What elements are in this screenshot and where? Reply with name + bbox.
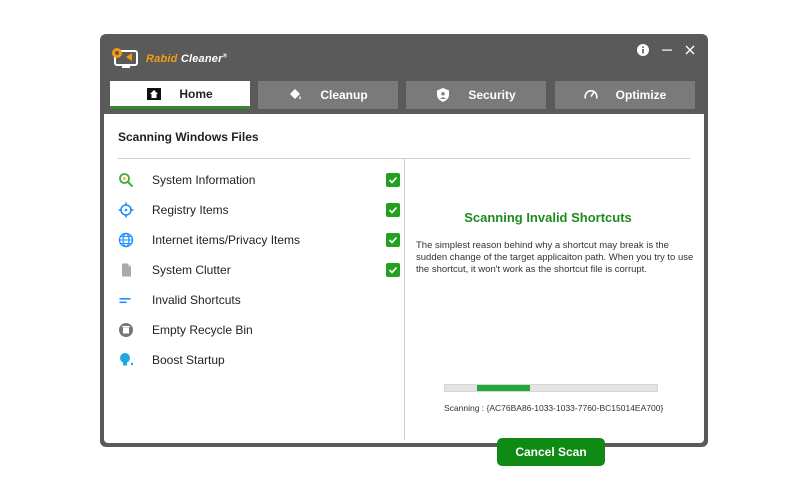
crosshair-icon [118, 202, 134, 218]
minimize-button[interactable] [657, 40, 677, 60]
tab-security[interactable]: Security [406, 81, 546, 109]
lines-icon [118, 292, 134, 308]
scan-progress-bar [444, 384, 658, 392]
app-window: Rabid Cleaner® Home Cleanup Security Opt… [100, 34, 708, 466]
scan-item-registry-items: Registry Items [118, 199, 402, 221]
scan-item-label: Internet items/Privacy Items [152, 233, 301, 247]
scan-progress-fill [476, 385, 530, 391]
info-icon [637, 44, 649, 56]
app-title-rabid: Rabid [146, 53, 178, 65]
scan-item-system-information: System Information [118, 169, 402, 191]
lightbulb-icon [118, 352, 134, 368]
tab-label: Security [468, 88, 516, 102]
globe-icon [118, 232, 134, 248]
scan-item-invalid-shortcuts: Invalid Shortcuts [118, 289, 402, 311]
trademark-symbol: ® [222, 53, 228, 60]
scan-item-label: System Information [152, 173, 256, 187]
shield-icon [436, 88, 450, 102]
checkmark-icon [386, 203, 400, 217]
trash-icon [118, 322, 134, 338]
main-content: Scanning Windows Files System Informatio… [104, 114, 704, 466]
scan-item-label: Boost Startup [152, 353, 225, 367]
close-icon [685, 45, 695, 55]
app-title-cleaner: Cleaner [180, 53, 223, 65]
tab-home[interactable]: Home [110, 81, 250, 109]
tab-label: Home [179, 86, 213, 101]
tab-optimize[interactable]: Optimize [555, 81, 695, 109]
app-title: Rabid Cleaner® [146, 53, 227, 65]
paint-bucket-icon [288, 88, 302, 102]
checkmark-icon [386, 263, 400, 277]
file-icon [118, 262, 134, 278]
main-tabs: Home Cleanup Security Optimize [110, 81, 700, 111]
app-logo: Rabid Cleaner® [110, 43, 230, 71]
scanning-status: Scanning : {AC76BA86-1033-1033-7760-BC15… [444, 403, 664, 413]
detail-title: Scanning Invalid Shortcuts [464, 210, 632, 225]
scan-item-system-clutter: System Clutter [118, 259, 402, 281]
tab-cleanup[interactable]: Cleanup [258, 81, 398, 109]
scan-item-label: Invalid Shortcuts [152, 293, 241, 307]
column-divider [404, 158, 405, 440]
scan-item-internet-items: Internet items/Privacy Items [118, 229, 402, 251]
scan-item-label: Empty Recycle Bin [152, 323, 253, 337]
title-bar: Rabid Cleaner® [100, 34, 708, 78]
checkmark-icon [386, 173, 400, 187]
detail-description: The simplest reason behind why a shortcu… [416, 240, 694, 275]
scan-item-boost-startup: Boost Startup [118, 349, 402, 371]
cancel-scan-button[interactable]: Cancel Scan [497, 438, 605, 466]
rabid-cleaner-logo-icon [112, 48, 138, 68]
magnifier-icon [118, 172, 134, 188]
checkmark-icon [386, 233, 400, 247]
tab-label: Cleanup [320, 88, 368, 102]
home-icon [147, 87, 162, 101]
close-button[interactable] [680, 40, 700, 60]
scan-item-label: System Clutter [152, 263, 231, 277]
speedometer-icon [584, 88, 598, 102]
tab-label: Optimize [615, 88, 667, 102]
scan-item-empty-recycle-bin: Empty Recycle Bin [118, 319, 402, 341]
scan-item-label: Registry Items [152, 203, 229, 217]
section-title: Scanning Windows Files [118, 130, 259, 144]
minimize-icon [662, 49, 672, 51]
info-button[interactable] [633, 40, 653, 60]
